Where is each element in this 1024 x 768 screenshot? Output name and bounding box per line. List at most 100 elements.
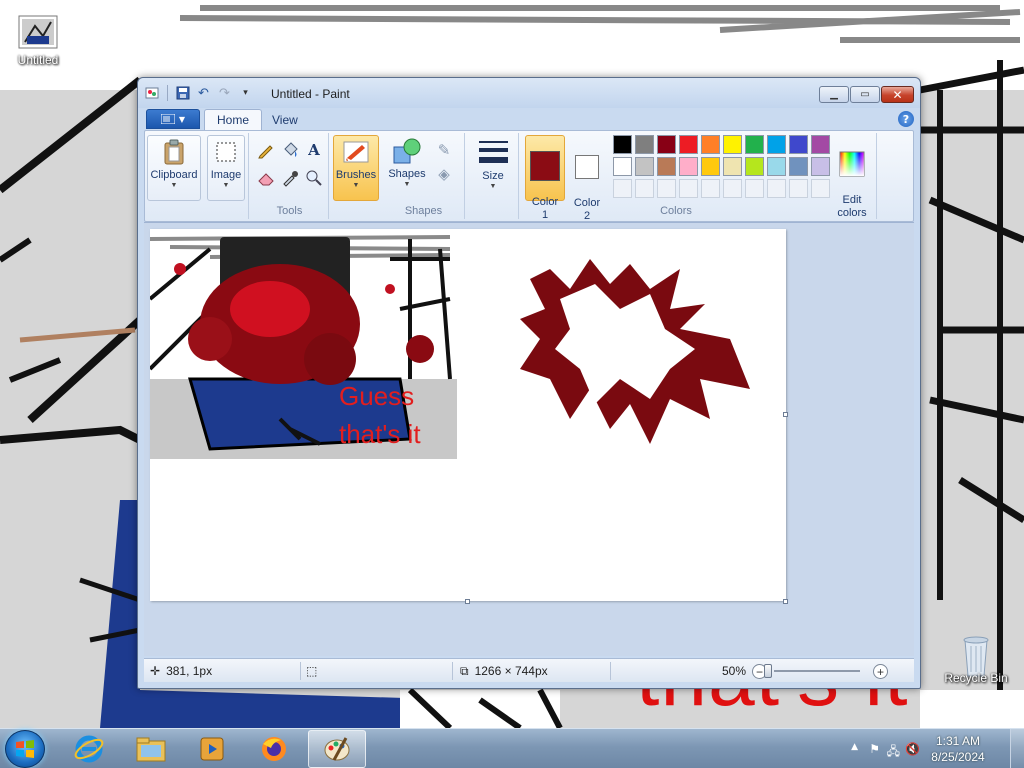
palette-swatch-empty[interactable] — [613, 179, 632, 198]
shapes-button[interactable]: Shapes ▼ — [385, 135, 429, 201]
palette-swatch[interactable] — [745, 135, 764, 154]
magnifier-icon[interactable] — [303, 167, 325, 189]
edit-colors-button[interactable]: Edit colors — [831, 135, 873, 219]
colors-group-label: Colors — [660, 205, 692, 217]
palette-swatch-empty[interactable] — [745, 179, 764, 198]
color2-button[interactable]: Color 2 — [567, 135, 607, 222]
outline-icon[interactable]: ✎ — [433, 139, 455, 161]
fill-icon[interactable]: ◈ — [433, 163, 455, 185]
action-center-flag-icon[interactable]: ⚑ — [869, 742, 880, 756]
palette-swatch-empty[interactable] — [767, 179, 786, 198]
palette-swatch[interactable] — [789, 135, 808, 154]
tab-home[interactable]: Home — [204, 109, 263, 130]
palette-swatch[interactable] — [657, 157, 676, 176]
select-icon — [211, 138, 241, 166]
palette-swatch[interactable] — [767, 135, 786, 154]
title-bar[interactable]: ↶ ↷ ▾ Untitled - Paint ▁ ▭ ✕ — [138, 78, 920, 108]
desktop-icon-label: Recycle Bin — [944, 671, 1008, 685]
group-colors: Color 1 Color 2 Edit colors Colors — [521, 133, 877, 222]
chevron-down-icon: ▼ — [170, 182, 178, 189]
zoom-slider-thumb[interactable] — [763, 664, 772, 678]
cursor-position-text: 381, 1px — [166, 664, 213, 678]
maximize-button[interactable]: ▭ — [850, 86, 880, 103]
text-tool-icon[interactable]: A — [303, 139, 325, 161]
palette-swatch[interactable] — [635, 157, 654, 176]
color-picker-icon[interactable] — [279, 167, 301, 189]
taskbar-paint[interactable] — [308, 730, 366, 768]
canvas-text-line: Guess — [339, 381, 415, 411]
zoom-in-button[interactable]: + — [873, 664, 888, 679]
desktop-icon-untitled[interactable]: Untitled — [0, 14, 76, 67]
palette-swatch[interactable] — [745, 157, 764, 176]
palette-swatch[interactable] — [701, 157, 720, 176]
palette-swatch[interactable] — [767, 157, 786, 176]
help-icon[interactable]: ? — [898, 111, 914, 127]
size-button[interactable]: Size ▼ — [471, 135, 515, 201]
palette-swatch[interactable] — [811, 157, 830, 176]
color1-swatch — [530, 151, 560, 181]
chevron-down-icon: ▼ — [222, 182, 230, 189]
palette-swatch[interactable] — [613, 135, 632, 154]
clock[interactable]: 1:31 AM 8/25/2024 — [918, 733, 998, 765]
redo-icon[interactable]: ↷ — [216, 85, 233, 101]
paint-menu-button[interactable]: ▼ — [146, 109, 200, 129]
palette-swatch[interactable] — [679, 157, 698, 176]
brushes-button[interactable]: Brushes ▼ — [333, 135, 379, 201]
group-size: Size ▼ — [467, 133, 519, 219]
palette-swatch[interactable] — [679, 135, 698, 154]
tab-view[interactable]: View — [260, 109, 310, 130]
palette-swatch[interactable] — [723, 135, 742, 154]
edit-colors-label: Edit colors — [837, 194, 867, 219]
palette-swatch[interactable] — [723, 157, 742, 176]
resize-handle-corner[interactable] — [783, 599, 788, 604]
palette-swatch[interactable] — [789, 157, 808, 176]
palette-swatch[interactable] — [657, 135, 676, 154]
save-icon[interactable] — [174, 85, 191, 101]
undo-icon[interactable]: ↶ — [195, 85, 212, 101]
palette-swatch[interactable] — [701, 135, 720, 154]
zoom-slider-track[interactable] — [774, 670, 860, 672]
show-hidden-icons-icon[interactable]: ▲ — [851, 742, 858, 752]
clipboard-icon — [159, 138, 189, 166]
image-label: Image — [210, 169, 242, 181]
image-size: ⧉ 1266 × 744px — [460, 663, 548, 679]
network-icon[interactable]: 🖧 — [887, 742, 900, 763]
clock-date: 8/25/2024 — [931, 750, 985, 764]
taskbar-internet-explorer[interactable] — [60, 730, 118, 768]
clipboard-button[interactable]: Clipboard ▼ — [147, 135, 201, 201]
palette-swatch-empty[interactable] — [679, 179, 698, 198]
palette-swatch-empty[interactable] — [723, 179, 742, 198]
image-button[interactable]: Image ▼ — [207, 135, 245, 201]
pencil-icon[interactable] — [255, 139, 277, 161]
start-button[interactable] — [5, 730, 45, 768]
palette-swatch-empty[interactable] — [811, 179, 830, 198]
resize-handle-right[interactable] — [783, 412, 788, 417]
color1-button[interactable]: Color 1 — [525, 135, 565, 221]
palette-swatch-empty[interactable] — [789, 179, 808, 198]
zoom-level: 50% — [722, 663, 746, 679]
palette-swatch[interactable] — [811, 135, 830, 154]
close-button[interactable]: ✕ — [881, 86, 914, 103]
eraser-icon[interactable] — [255, 167, 277, 189]
palette-swatch[interactable] — [635, 135, 654, 154]
resize-handle-bottom[interactable] — [465, 599, 470, 604]
group-image: Image ▼ — [205, 133, 249, 219]
show-desktop-button[interactable] — [1010, 729, 1024, 768]
palette-swatch-empty[interactable] — [657, 179, 676, 198]
paint-app-icon — [144, 85, 161, 101]
customize-toolbar-icon[interactable]: ▾ — [237, 85, 254, 101]
fill-bucket-icon[interactable] — [279, 139, 301, 161]
palette-swatch-empty[interactable] — [701, 179, 720, 198]
palette-swatch-empty[interactable] — [635, 179, 654, 198]
taskbar-firefox[interactable] — [245, 730, 303, 768]
taskbar-media-player[interactable] — [183, 730, 241, 768]
palette-swatch[interactable] — [613, 157, 632, 176]
drawing-canvas[interactable]: Guess that's it — [150, 229, 788, 604]
size-label: Size — [482, 170, 504, 182]
windows-logo-icon — [16, 740, 34, 758]
taskbar-file-explorer[interactable] — [122, 730, 180, 768]
minimize-button[interactable]: ▁ — [819, 86, 849, 103]
group-brushes: Brushes ▼ — [331, 133, 381, 219]
chevron-down-icon: ▼ — [352, 182, 360, 189]
desktop-icon-recycle-bin[interactable]: Recycle Bin — [938, 632, 1014, 685]
